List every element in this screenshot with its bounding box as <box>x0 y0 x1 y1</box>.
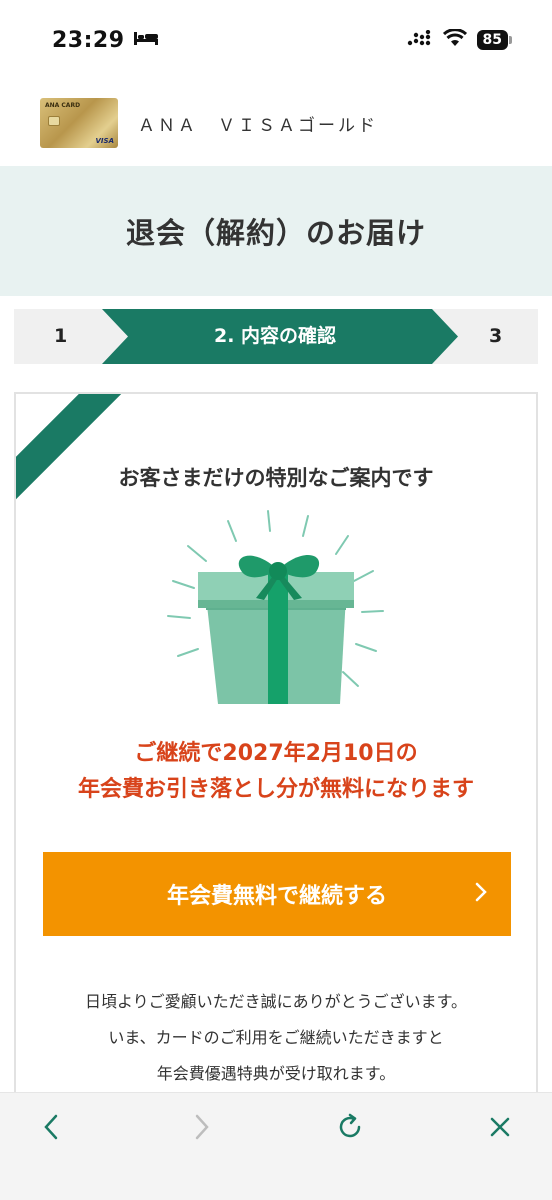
offer-line-1: ご継続で2027年2月10日の <box>134 741 418 766</box>
forward-icon[interactable] <box>181 1107 221 1147</box>
offer-heading: お客さまだけの特別なご案内です <box>118 466 434 490</box>
browser-toolbar <box>0 1092 552 1200</box>
message-line-2: いま、カードのご利用をご継続いただきますと <box>108 1028 444 1047</box>
offer-text: ご継続で2027年2月10日の 年会費お引き落とし分が無料になります <box>16 736 536 808</box>
status-left: 23:29 <box>52 28 159 53</box>
reload-icon[interactable] <box>330 1107 370 1147</box>
chevron-right-icon <box>473 880 489 910</box>
brand-header: ANA CARD VISA ＡＮＡ ＶＩＳＡゴールド <box>0 80 552 166</box>
page-title: 退会（解約）のお届け <box>125 216 426 250</box>
step-1: 1 <box>54 325 68 347</box>
title-banner: 退会（解約）のお届け <box>0 166 552 296</box>
battery-indicator: 85 <box>476 30 513 50</box>
step-3: 3 <box>489 325 503 347</box>
card-chip <box>48 116 60 126</box>
close-icon[interactable] <box>480 1107 520 1147</box>
offer-card: お客さまだけの特別なご案内です ご継続で2027年2月10日の 年会費お引き落と… <box>14 392 538 1112</box>
card-network: VISA <box>95 137 114 145</box>
brand-name: ＡＮＡ ＶＩＳＡゴールド <box>138 115 378 136</box>
continue-free-button[interactable]: 年会費無料で継続する <box>43 852 511 936</box>
status-time: 23:29 <box>52 27 125 53</box>
offer-line-2: 年会費お引き落とし分が無料になります <box>77 777 474 802</box>
back-icon[interactable] <box>32 1107 72 1147</box>
wifi-icon <box>442 28 467 51</box>
card-image: ANA CARD VISA <box>40 98 118 148</box>
card-label: ANA CARD <box>45 102 81 109</box>
message-line-3: 年会費優遇特典が受け取れます。 <box>156 1064 396 1083</box>
status-bar: 23:29 85 <box>0 0 552 80</box>
cellular-signal-icon <box>407 29 433 50</box>
continue-button-label: 年会費無料で継続する <box>166 884 387 909</box>
step-2-current: 2. 内容の確認 <box>214 325 337 347</box>
status-right: 85 <box>407 28 513 51</box>
step-indicator: 1 2. 内容の確認 3 <box>14 309 538 364</box>
message-line-1: 日頃よりご愛顧いただき誠にありがとうございます。 <box>84 992 468 1011</box>
gift-box-illustration <box>158 506 398 720</box>
sleep-bed-icon <box>133 30 159 50</box>
thank-you-message: 日頃よりご愛顧いただき誠にありがとうございます。 いま、カードのご利用をご継続い… <box>16 984 536 1092</box>
